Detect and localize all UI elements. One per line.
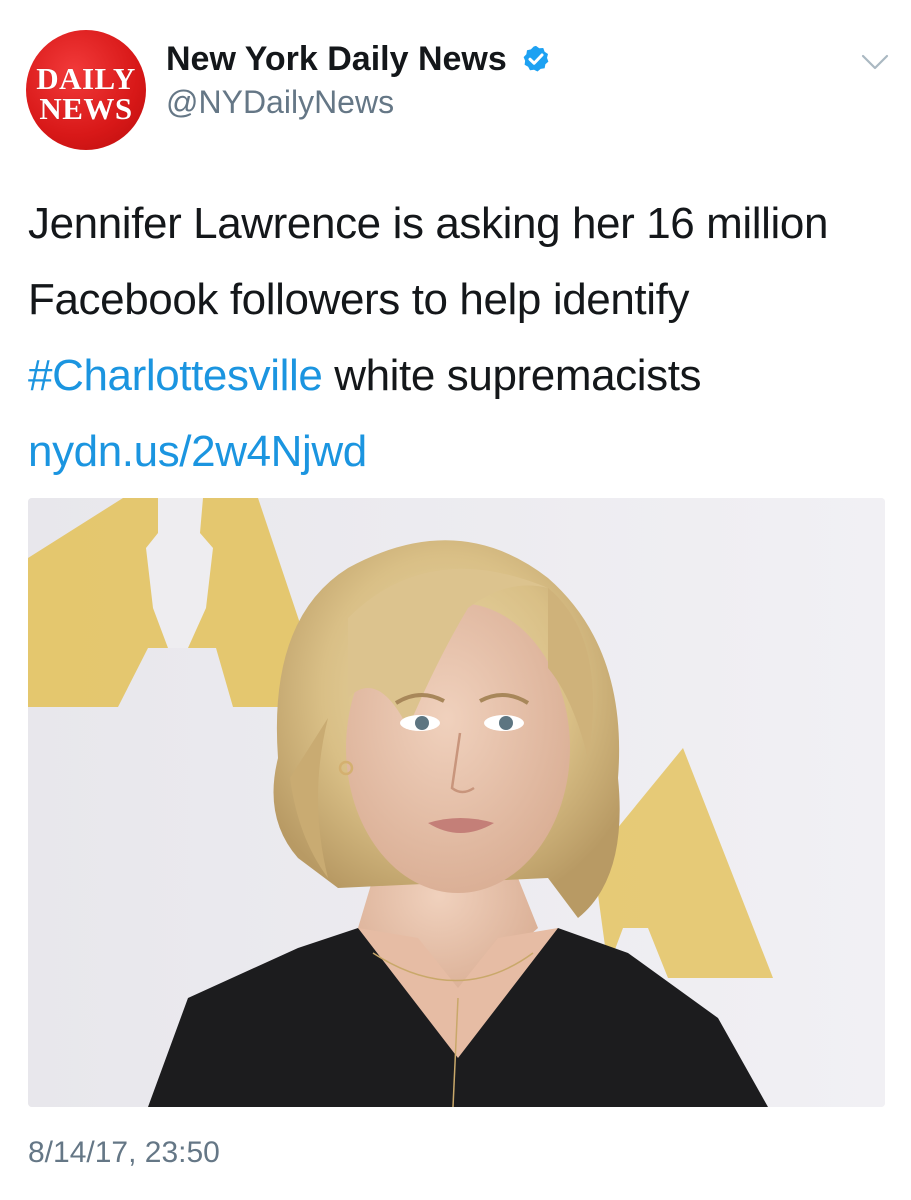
chevron-down-icon[interactable] — [858, 50, 892, 74]
display-name[interactable]: New York Daily News — [166, 40, 507, 79]
account-handle[interactable]: @NYDailyNews — [166, 84, 394, 121]
tweet-timestamp[interactable]: 8/14/17, 23:50 — [28, 1136, 220, 1170]
tweet-text: Jennifer Lawrence is asking her 16 milli… — [28, 186, 888, 490]
account-avatar[interactable]: DAILY NEWS — [26, 30, 146, 150]
url-link[interactable]: nydn.us/2w4Njwd — [28, 427, 367, 476]
hashtag-link[interactable]: #Charlottesville — [28, 351, 323, 400]
tweet-text-body: Jennifer Lawrence is asking her 16 milli… — [28, 199, 829, 324]
tweet-card: DAILY NEWS New York Daily News @NYDailyN… — [0, 0, 911, 1200]
avatar-logo-line-2: NEWS — [39, 91, 133, 126]
tweet-photo[interactable] — [28, 498, 885, 1107]
verified-badge-icon — [523, 45, 549, 72]
photo-illustration — [28, 498, 885, 1107]
tweet-text-body-2: white supremacists — [322, 351, 702, 400]
avatar-logo-line-1: DAILY — [36, 61, 136, 96]
